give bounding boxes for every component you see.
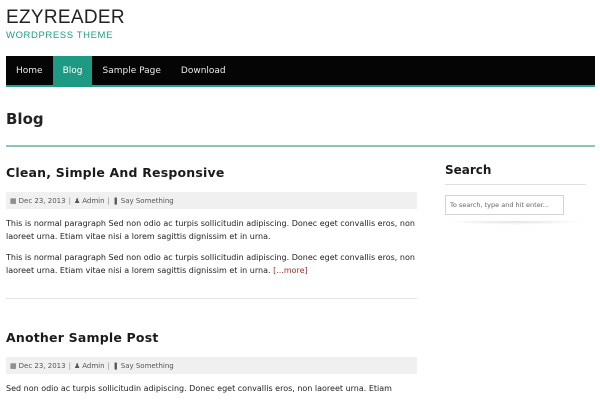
post-comments-link[interactable]: Say Something: [121, 362, 174, 370]
meta-separator: |: [68, 196, 71, 205]
nav-item-download[interactable]: Download: [171, 56, 236, 87]
site-tagline: WORDPRESS THEME: [6, 30, 114, 41]
sidebar: Search: [445, 163, 595, 225]
main-nav: Home Blog Sample Page Download: [6, 56, 595, 87]
page-title-divider: [6, 145, 595, 147]
comment-icon: ❚: [112, 361, 119, 370]
widget-shadow: [445, 221, 586, 225]
post-comments-link[interactable]: Say Something: [121, 197, 174, 205]
nav-item-blog[interactable]: Blog: [52, 56, 93, 87]
page-title: Blog: [6, 110, 44, 128]
post: Clean, Simple And Responsive ▦ Dec 23, 2…: [6, 165, 417, 277]
post-author[interactable]: Admin: [82, 362, 104, 370]
post-date[interactable]: Dec 23, 2013: [19, 197, 66, 205]
calendar-icon: ▦: [10, 196, 17, 205]
post-paragraph-text: This is normal paragraph Sed non odio ac…: [6, 253, 415, 275]
site-title[interactable]: EZYREADER: [6, 8, 125, 28]
nav-item-sample-page[interactable]: Sample Page: [92, 56, 170, 87]
meta-separator: |: [107, 361, 110, 370]
meta-separator: |: [107, 196, 110, 205]
search-input[interactable]: [445, 195, 564, 215]
post-author[interactable]: Admin: [82, 197, 104, 205]
meta-separator: |: [68, 361, 71, 370]
user-icon: ♟: [73, 196, 81, 205]
post-paragraph: This is normal paragraph Sed non odio ac…: [6, 251, 417, 277]
post-paragraph: Sed non odio ac turpis sollicitudin adip…: [6, 384, 392, 393]
post: Another Sample Post ▦ Dec 23, 2013 | ♟ A…: [6, 330, 417, 395]
comment-icon: ❚: [112, 196, 119, 205]
post-date[interactable]: Dec 23, 2013: [19, 362, 66, 370]
post-meta: ▦ Dec 23, 2013 | ♟ Admin | ❚ Say Somethi…: [6, 192, 417, 209]
read-more-link[interactable]: [...more]: [273, 266, 308, 275]
post-meta: ▦ Dec 23, 2013 | ♟ Admin | ❚ Say Somethi…: [6, 357, 417, 374]
search-widget-title: Search: [445, 163, 492, 177]
post-title[interactable]: Clean, Simple And Responsive: [6, 165, 417, 180]
user-icon: ♟: [73, 361, 81, 370]
site-header: EZYREADER WORDPRESS THEME: [6, 8, 125, 42]
widget-divider: [445, 184, 586, 185]
nav-item-home[interactable]: Home: [6, 56, 53, 87]
post-divider: [6, 298, 417, 299]
post-paragraph: This is normal paragraph Sed non odio ac…: [6, 219, 415, 241]
calendar-icon: ▦: [10, 361, 17, 370]
post-title[interactable]: Another Sample Post: [6, 330, 417, 345]
